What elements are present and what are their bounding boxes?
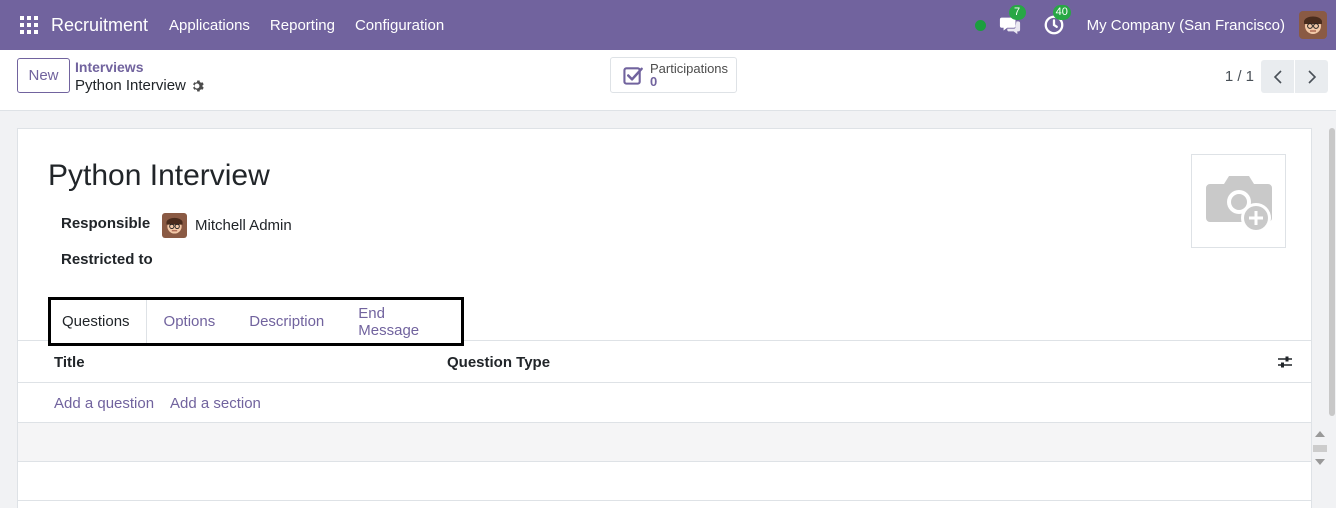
presence-status-icon bbox=[974, 19, 986, 31]
image-upload[interactable] bbox=[1191, 154, 1286, 248]
survey-title[interactable]: Python Interview bbox=[48, 159, 270, 193]
gear-icon[interactable] bbox=[190, 79, 204, 93]
column-question-type[interactable]: Question Type bbox=[447, 354, 550, 371]
participations-count: 0 bbox=[650, 74, 658, 89]
main-menu: Applications Reporting Configuration bbox=[169, 17, 464, 34]
participations-smart-button[interactable]: Participations 0 bbox=[610, 57, 737, 93]
menu-item-configuration[interactable]: Configuration bbox=[355, 17, 444, 34]
add-section-link[interactable]: Add a section bbox=[170, 395, 261, 412]
chevron-left-icon bbox=[1273, 69, 1282, 84]
pager-value[interactable]: 1 / 1 bbox=[1225, 68, 1254, 85]
pager-next-button[interactable] bbox=[1295, 60, 1328, 93]
add-line-row: Add a question Add a section bbox=[18, 383, 1311, 423]
responsible-label: Responsible bbox=[61, 215, 151, 232]
breadcrumb-current-label: Python Interview bbox=[75, 77, 186, 94]
pager-previous-button[interactable] bbox=[1261, 60, 1294, 93]
user-avatar[interactable] bbox=[1299, 11, 1327, 39]
new-button[interactable]: New bbox=[17, 58, 70, 93]
control-panel: New Interviews Python Interview Particip… bbox=[0, 50, 1336, 111]
optional-columns-icon[interactable] bbox=[1277, 354, 1293, 370]
responsible-field[interactable]: Mitchell Admin bbox=[162, 213, 292, 238]
tab-description[interactable]: Description bbox=[232, 300, 341, 343]
activities-button[interactable]: 40 bbox=[1043, 5, 1071, 36]
column-title[interactable]: Title bbox=[54, 354, 85, 371]
company-switcher[interactable]: My Company (San Francisco) bbox=[1087, 17, 1285, 34]
breadcrumb-interviews-link[interactable]: Interviews bbox=[75, 59, 204, 75]
activities-count-badge: 40 bbox=[1052, 5, 1071, 20]
smart-button-text: Participations 0 bbox=[650, 62, 728, 88]
chevron-right-icon bbox=[1307, 69, 1316, 84]
camera-add-icon bbox=[1205, 176, 1272, 233]
breadcrumb-current: Python Interview bbox=[75, 77, 204, 94]
app-name[interactable]: Recruitment bbox=[51, 15, 148, 36]
tab-end-message[interactable]: End Message bbox=[341, 300, 461, 343]
tab-questions[interactable]: Questions bbox=[51, 300, 147, 343]
tabs-scrollbar[interactable] bbox=[1312, 429, 1328, 467]
empty-row bbox=[18, 462, 1311, 501]
questions-table-header: Title Question Type bbox=[18, 341, 1311, 383]
tab-options[interactable]: Options bbox=[147, 300, 233, 343]
add-question-link[interactable]: Add a question bbox=[54, 395, 154, 412]
systray: 7 40 My Company (San Francisco) bbox=[974, 0, 1336, 50]
menu-item-reporting[interactable]: Reporting bbox=[270, 17, 335, 34]
messages-count-badge: 7 bbox=[1008, 5, 1026, 20]
form-sheet: Python Interview Responsible Mitchell Ad… bbox=[17, 128, 1327, 508]
messages-button[interactable]: 7 bbox=[999, 5, 1026, 36]
responsible-name: Mitchell Admin bbox=[195, 217, 292, 234]
responsible-avatar bbox=[162, 213, 187, 238]
empty-row bbox=[18, 423, 1311, 462]
page-scrollbar-thumb[interactable] bbox=[1329, 128, 1335, 416]
menu-item-applications[interactable]: Applications bbox=[169, 17, 250, 34]
checkbox-checked-icon bbox=[623, 66, 643, 85]
apps-menu-icon[interactable] bbox=[20, 16, 38, 34]
participations-label: Participations bbox=[650, 61, 729, 76]
top-navbar: Recruitment Applications Reporting Confi… bbox=[0, 0, 1336, 50]
notebook-tabs: Questions Options Description End Messag… bbox=[48, 297, 464, 346]
breadcrumb: Interviews Python Interview bbox=[75, 59, 204, 94]
restricted-to-label: Restricted to bbox=[61, 251, 153, 268]
